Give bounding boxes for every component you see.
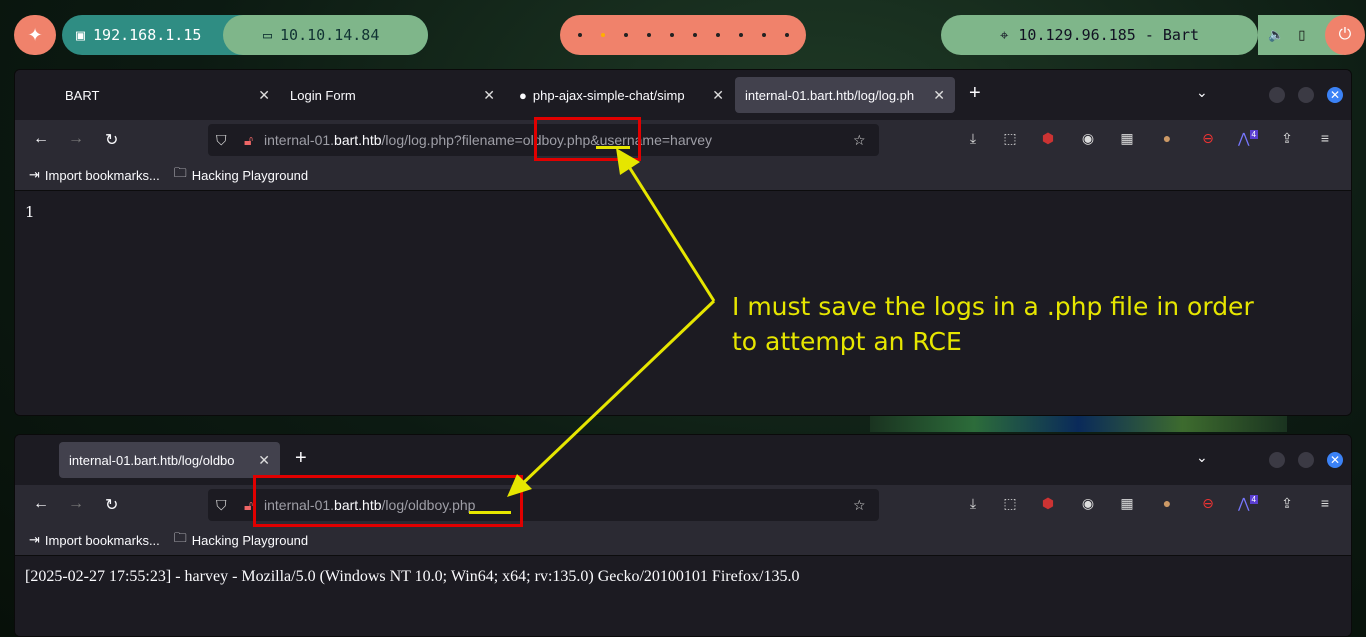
arrow-line-top [624, 161, 716, 302]
annotation-line-1: I must save the logs in a .php file in o… [732, 292, 1254, 321]
arrow-line-bottom [518, 299, 716, 488]
arrow-head-top [616, 148, 640, 175]
annotation-line-2: to attempt an RCE [732, 327, 962, 356]
annotation-note: I must save the logs in a .php file in o… [732, 289, 1292, 359]
